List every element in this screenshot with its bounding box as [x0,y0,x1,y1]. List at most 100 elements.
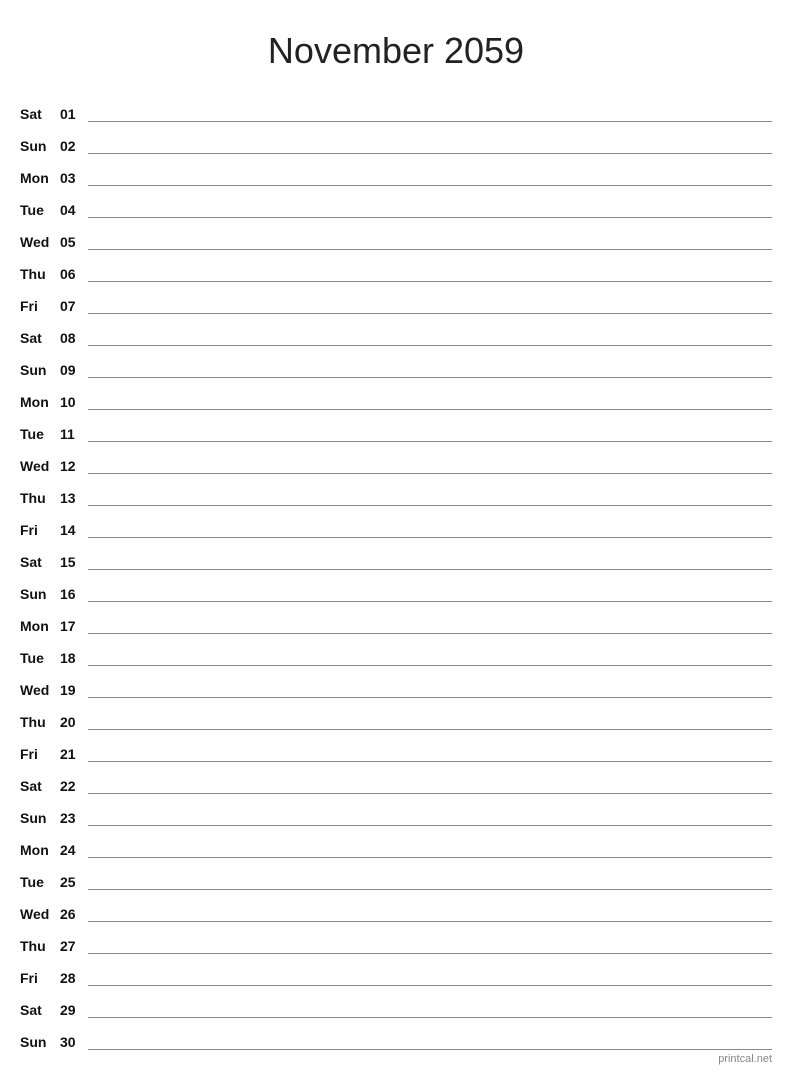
day-line [88,798,772,826]
day-line [88,830,772,858]
day-number: 09 [60,346,88,378]
day-line [88,286,772,314]
day-number: 30 [60,1018,88,1050]
day-name: Mon [20,602,60,634]
day-line-cell [88,314,772,346]
day-number: 10 [60,378,88,410]
day-name: Wed [20,442,60,474]
day-name: Mon [20,378,60,410]
day-name: Sun [20,346,60,378]
day-number: 01 [60,90,88,122]
day-name: Sat [20,762,60,794]
day-name: Sat [20,314,60,346]
day-line [88,190,772,218]
day-name: Sun [20,570,60,602]
day-line [88,382,772,410]
day-line-cell [88,826,772,858]
day-line-cell [88,442,772,474]
day-number: 23 [60,794,88,826]
day-line-cell [88,538,772,570]
day-line-cell [88,186,772,218]
day-number: 29 [60,986,88,1018]
calendar-row: Sun23 [20,794,772,826]
day-line-cell [88,858,772,890]
calendar-row: Tue18 [20,634,772,666]
day-number: 19 [60,666,88,698]
page-title: November 2059 [20,20,772,72]
day-name: Wed [20,218,60,250]
day-number: 15 [60,538,88,570]
day-line [88,574,772,602]
calendar-row: Wed26 [20,890,772,922]
day-name: Wed [20,666,60,698]
day-name: Mon [20,826,60,858]
day-line [88,958,772,986]
day-line-cell [88,986,772,1018]
day-number: 25 [60,858,88,890]
day-name: Fri [20,954,60,986]
day-name: Tue [20,186,60,218]
day-line-cell [88,474,772,506]
day-number: 06 [60,250,88,282]
day-line-cell [88,890,772,922]
day-line [88,254,772,282]
day-name: Sun [20,1018,60,1050]
day-line-cell [88,602,772,634]
day-line [88,318,772,346]
day-number: 26 [60,890,88,922]
calendar-row: Fri14 [20,506,772,538]
day-name: Fri [20,730,60,762]
day-number: 13 [60,474,88,506]
day-line-cell [88,282,772,314]
calendar-row: Tue04 [20,186,772,218]
day-line-cell [88,506,772,538]
calendar-row: Thu13 [20,474,772,506]
day-name: Sun [20,122,60,154]
day-line [88,478,772,506]
day-line [88,990,772,1018]
day-line [88,350,772,378]
day-line-cell [88,954,772,986]
day-line-cell [88,250,772,282]
calendar-row: Mon10 [20,378,772,410]
calendar-row: Sun30 [20,1018,772,1050]
calendar-row: Wed19 [20,666,772,698]
day-number: 14 [60,506,88,538]
calendar-row: Sat29 [20,986,772,1018]
calendar-row: Mon17 [20,602,772,634]
footer-text: printcal.net [718,1053,772,1065]
day-number: 20 [60,698,88,730]
day-line-cell [88,922,772,954]
day-line-cell [88,666,772,698]
day-name: Sat [20,986,60,1018]
day-name: Thu [20,698,60,730]
day-number: 02 [60,122,88,154]
calendar-row: Sat01 [20,90,772,122]
day-number: 05 [60,218,88,250]
calendar-row: Sun16 [20,570,772,602]
day-number: 18 [60,634,88,666]
day-name: Sat [20,90,60,122]
calendar-row: Sat15 [20,538,772,570]
day-number: 27 [60,922,88,954]
day-line-cell [88,90,772,122]
day-line [88,766,772,794]
day-line [88,862,772,890]
day-line [88,926,772,954]
day-name: Thu [20,474,60,506]
calendar-row: Fri28 [20,954,772,986]
day-line-cell [88,410,772,442]
day-number: 11 [60,410,88,442]
calendar-row: Fri07 [20,282,772,314]
day-number: 22 [60,762,88,794]
calendar-row: Sun02 [20,122,772,154]
page: November 2059 Sat01Sun02Mon03Tue04Wed05T… [0,0,792,1080]
day-name: Mon [20,154,60,186]
day-number: 16 [60,570,88,602]
day-line-cell [88,1018,772,1050]
day-number: 03 [60,154,88,186]
day-name: Thu [20,922,60,954]
calendar-row: Sun09 [20,346,772,378]
calendar-row: Wed05 [20,218,772,250]
day-line [88,510,772,538]
